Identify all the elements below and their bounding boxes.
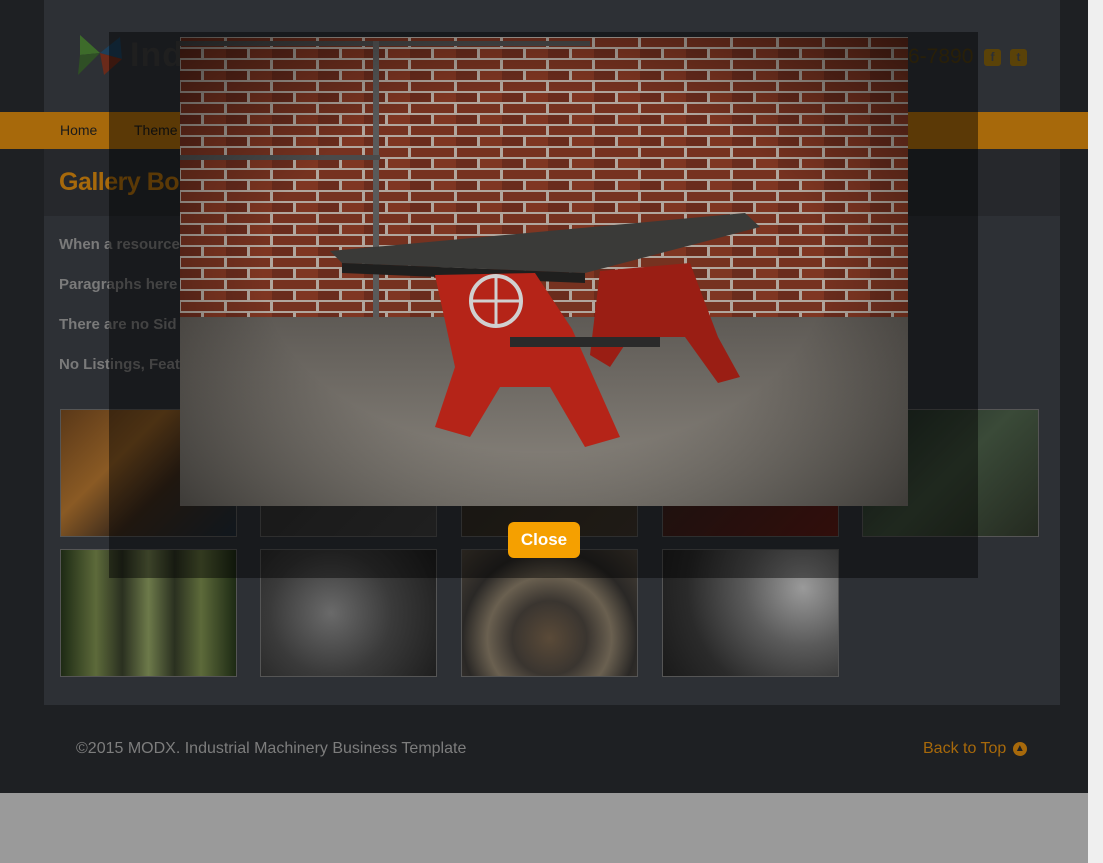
arrow-circle-up-icon: ▲ bbox=[1012, 741, 1027, 756]
back-to-top-label: Back to Top bbox=[923, 740, 1007, 757]
twitter-square-icon[interactable]: t bbox=[1010, 49, 1027, 66]
lightbox-image bbox=[180, 37, 908, 506]
footer-copyright: ©2015 MODX. Industrial Machinery Busines… bbox=[76, 740, 467, 757]
industrial-table-photo bbox=[180, 37, 908, 506]
close-button[interactable]: Close bbox=[508, 522, 580, 558]
nav-item-home[interactable]: Home bbox=[60, 122, 97, 138]
facebook-square-icon[interactable]: f bbox=[984, 49, 1001, 66]
vertical-scrollbar[interactable] bbox=[1088, 0, 1103, 863]
back-to-top-link[interactable]: Back to Top ▲ bbox=[923, 740, 1027, 758]
